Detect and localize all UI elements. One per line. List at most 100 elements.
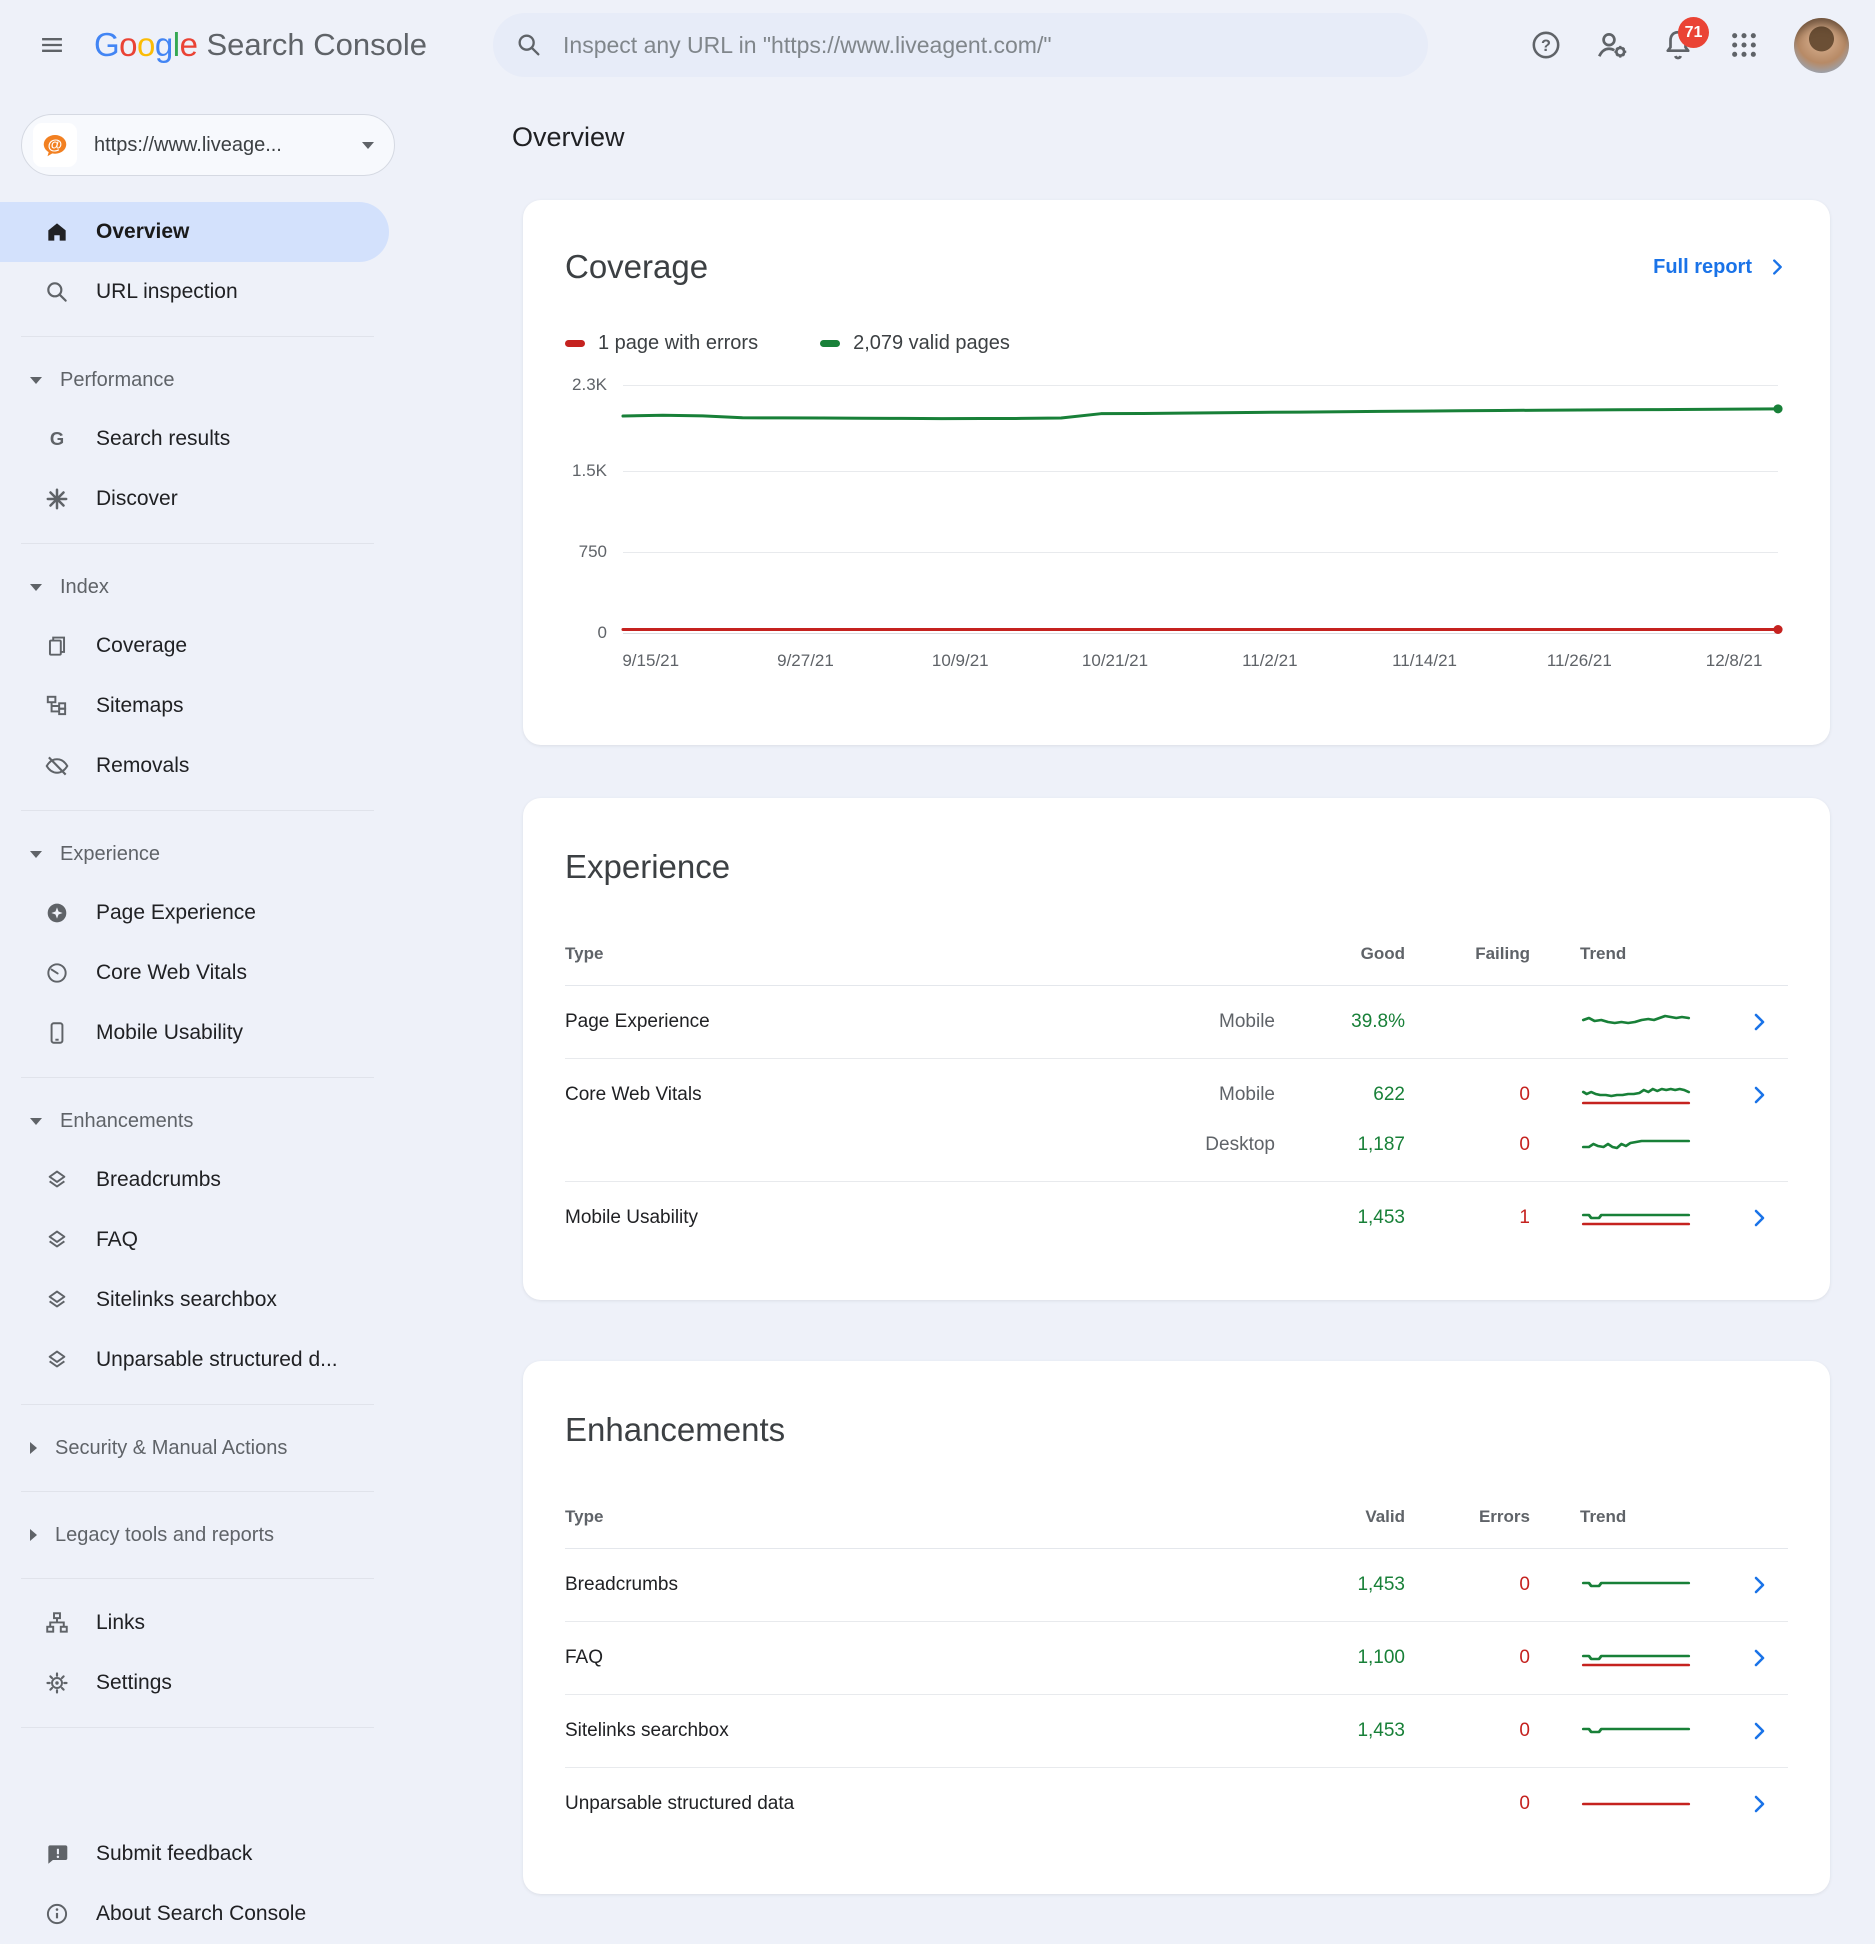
sidebar-item-removals[interactable]: Removals — [0, 736, 420, 796]
links-tree-icon — [44, 1610, 70, 1636]
app-logo[interactable]: Google Search Console — [94, 26, 427, 64]
sidebar-item-breadcrumbs[interactable]: Breadcrumbs — [0, 1150, 420, 1210]
sidebar-item-sitemaps[interactable]: Sitemaps — [0, 676, 420, 736]
column-header-valid: Valid — [1275, 1507, 1405, 1527]
notification-badge: 71 — [1678, 17, 1709, 48]
good-column: 6221,187 — [1275, 1070, 1405, 1170]
sidebar-item-label: Settings — [96, 1671, 172, 1695]
sidebar-item-overview[interactable]: Overview — [0, 202, 389, 262]
feedback-icon — [44, 1841, 70, 1867]
section-label: Experience — [60, 843, 160, 866]
legend-item-errors: 1 page with errors — [565, 332, 758, 355]
coverage-lines — [623, 385, 1778, 633]
caret-down-icon — [30, 1118, 42, 1125]
caret-down-icon — [30, 584, 42, 591]
avatar[interactable] — [1794, 18, 1849, 73]
device-column: MobileDesktop — [1125, 1070, 1275, 1170]
row-chevron[interactable] — [1730, 997, 1788, 1047]
trend-sparkline — [1580, 1131, 1692, 1159]
table-row-unparsable-structured-data[interactable]: Unparsable structured data0 — [565, 1768, 1788, 1840]
chevron-down-icon — [362, 142, 374, 149]
trend-column — [1530, 1706, 1730, 1756]
sidebar-item-core-web-vitals[interactable]: Core Web Vitals — [0, 943, 420, 1003]
sidebar-item-url-inspection[interactable]: URL inspection — [0, 262, 420, 322]
coverage-full-report-link[interactable]: Full report — [1653, 256, 1788, 279]
sidebar-item-about-search-console[interactable]: About Search Console — [0, 1884, 420, 1944]
valid-swatch — [820, 340, 840, 347]
table-row-core-web-vitals[interactable]: Core Web VitalsMobileDesktop6221,18700 — [565, 1059, 1788, 1182]
enhancements-card: Enhancements Type Valid Errors Trend Bre… — [523, 1361, 1830, 1894]
sidebar-section-performance[interactable]: Performance — [0, 351, 420, 409]
sidebar-section-index[interactable]: Index — [0, 558, 420, 616]
sidebar-item-submit-feedback[interactable]: Submit feedback — [0, 1824, 420, 1884]
column-header-failing: Failing — [1405, 944, 1530, 964]
enhancements-table-body: Breadcrumbs1,4530FAQ1,1000Sitelinks sear… — [565, 1549, 1788, 1840]
sidebar-item-links[interactable]: Links — [0, 1593, 420, 1653]
trend-sparkline — [1580, 1644, 1692, 1672]
device-column: Mobile — [1125, 997, 1275, 1047]
sidebar-item-faq[interactable]: FAQ — [0, 1210, 420, 1270]
caret-right-icon — [30, 1529, 37, 1541]
trend-sparkline — [1580, 1717, 1692, 1745]
manage-users-button[interactable] — [1586, 19, 1638, 71]
sidebar-item-mobile-usability[interactable]: Mobile Usability — [0, 1003, 420, 1063]
legend-item-valid: 2,079 valid pages — [820, 332, 1010, 355]
coverage-x-axis: 9/15/219/27/2110/9/2110/21/2111/2/2111/1… — [623, 633, 1778, 681]
row-chevron[interactable] — [1730, 1070, 1788, 1120]
help-button[interactable]: ? — [1520, 19, 1572, 71]
section-label: Index — [60, 576, 109, 599]
sidebar-item-discover[interactable]: Discover — [0, 469, 420, 529]
row-chevron[interactable] — [1730, 1633, 1788, 1683]
sidebar-section-experience[interactable]: Experience — [0, 825, 420, 883]
sidebar-item-search-results[interactable]: G Search results — [0, 409, 420, 469]
valid-column: 1,453 — [1275, 1560, 1405, 1610]
row-chevron[interactable] — [1730, 1779, 1788, 1829]
table-row-breadcrumbs[interactable]: Breadcrumbs1,4530 — [565, 1549, 1788, 1622]
sidebar-item-label: FAQ — [96, 1228, 138, 1252]
table-row-sitelinks-searchbox[interactable]: Sitelinks searchbox1,4530 — [565, 1695, 1788, 1768]
device-label — [1125, 1193, 1275, 1243]
sidebar-divider — [21, 1404, 374, 1405]
sitemap-icon — [44, 693, 70, 719]
errors-column: 0 — [1405, 1706, 1530, 1756]
sidebar-item-unparsable-structured-data[interactable]: Unparsable structured d... — [0, 1330, 420, 1390]
legend-label: 2,079 valid pages — [853, 332, 1010, 355]
sidebar-item-label: Mobile Usability — [96, 1021, 243, 1045]
column-header-errors: Errors — [1405, 1507, 1530, 1527]
row-chevron[interactable] — [1730, 1706, 1788, 1756]
sidebar-item-settings[interactable]: Settings — [0, 1653, 420, 1713]
experience-card: Experience Type Good Failing Trend Page … — [523, 798, 1830, 1300]
sidebar: @ https://www.liveage... Overview URL in… — [0, 90, 420, 1944]
row-chevron[interactable] — [1730, 1560, 1788, 1610]
sidebar-section-security-manual-actions[interactable]: Security & Manual Actions — [0, 1419, 420, 1477]
sidebar-section-enhancements[interactable]: Enhancements — [0, 1092, 420, 1150]
table-row-page-experience[interactable]: Page ExperienceMobile39.8% — [565, 986, 1788, 1059]
table-row-mobile-usability[interactable]: Mobile Usability1,4531 — [565, 1182, 1788, 1254]
table-row-faq[interactable]: FAQ1,1000 — [565, 1622, 1788, 1695]
google-logo-letter: e — [180, 26, 198, 63]
good-value: 622 — [1275, 1070, 1405, 1120]
row-type-label: FAQ — [565, 1633, 1275, 1683]
sidebar-item-sitelinks-searchbox[interactable]: Sitelinks searchbox — [0, 1270, 420, 1330]
x-axis-label: 10/9/21 — [932, 651, 989, 671]
apps-button[interactable] — [1718, 19, 1770, 71]
apps-grid-icon — [1728, 29, 1760, 61]
sidebar-item-page-experience[interactable]: Page Experience — [0, 883, 420, 943]
sidebar-item-coverage[interactable]: Coverage — [0, 616, 420, 676]
sidebar-section-legacy-tools[interactable]: Legacy tools and reports — [0, 1506, 420, 1564]
menu-button[interactable] — [28, 21, 76, 69]
coverage-chart: 2.3K1.5K7500 9/15/219/27/2110/9/2110/21/… — [623, 385, 1778, 681]
failing-value: 0 — [1405, 1120, 1530, 1170]
chevron-right-icon — [1747, 1083, 1771, 1107]
row-chevron[interactable] — [1730, 1193, 1788, 1243]
search-input[interactable] — [561, 31, 1416, 60]
x-axis-label: 12/8/21 — [1706, 651, 1763, 671]
property-selector[interactable]: @ https://www.liveage... — [21, 114, 395, 176]
trend-column — [1530, 1560, 1730, 1610]
x-axis-label: 11/26/21 — [1547, 651, 1612, 671]
notifications-button[interactable]: 71 — [1652, 19, 1704, 71]
coverage-card-title: Coverage — [565, 248, 708, 286]
layers-icon — [44, 1227, 70, 1253]
url-inspect-searchbar[interactable] — [493, 13, 1428, 77]
section-label: Legacy tools and reports — [55, 1524, 274, 1547]
